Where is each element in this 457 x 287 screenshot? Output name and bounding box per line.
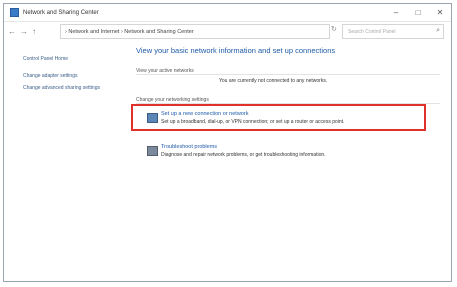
highlight-box — [131, 104, 426, 131]
minimize-button[interactable]: – — [385, 4, 407, 21]
main-content: View your basic network information and … — [131, 44, 449, 280]
sidebar-item-control-panel-home[interactable]: Control Panel Home — [23, 56, 107, 62]
page-title: View your basic network information and … — [136, 46, 336, 55]
divider — [136, 74, 440, 75]
network-sharing-center-window: Network and Sharing Center – □ ✕ ← → ↑ ›… — [3, 3, 452, 282]
task-troubleshoot-description: Diagnose and repair network problems, or… — [161, 152, 326, 158]
sidebar-item-change-adapter-settings[interactable]: Change adapter settings — [23, 73, 107, 79]
close-button[interactable]: ✕ — [429, 4, 451, 21]
search-icon[interactable]: ⌕ — [436, 27, 440, 35]
address-bar-row: ← → ↑ › Network and Internet › Network a… — [4, 21, 451, 41]
task-troubleshoot-link[interactable]: Troubleshoot problems — [161, 144, 217, 150]
task-troubleshoot[interactable]: Troubleshoot problems Diagnose and repai… — [137, 141, 437, 165]
connection-status: You are currently not connected to any n… — [219, 78, 328, 84]
search-input[interactable]: Search Control Panel ⌕ — [342, 24, 444, 39]
maximize-button[interactable]: □ — [407, 4, 429, 21]
search-placeholder: Search Control Panel — [348, 28, 396, 35]
troubleshoot-icon — [147, 146, 158, 156]
title-bar: Network and Sharing Center – □ ✕ — [4, 4, 451, 22]
window-title: Network and Sharing Center — [23, 9, 99, 16]
back-button[interactable]: ← — [8, 27, 16, 36]
sidebar: Control Panel Home Change adapter settin… — [4, 44, 114, 280]
address-bar[interactable]: › Network and Internet › Network and Sha… — [60, 24, 330, 39]
breadcrumb[interactable]: › Network and Internet › Network and Sha… — [65, 29, 194, 35]
sidebar-item-change-advanced-sharing[interactable]: Change advanced sharing settings — [23, 85, 107, 91]
forward-button[interactable]: → — [20, 27, 28, 36]
network-icon — [10, 8, 19, 17]
window-controls: – □ ✕ — [385, 4, 451, 21]
up-button[interactable]: ↑ — [32, 27, 36, 36]
refresh-button[interactable]: ↻ — [331, 25, 337, 33]
